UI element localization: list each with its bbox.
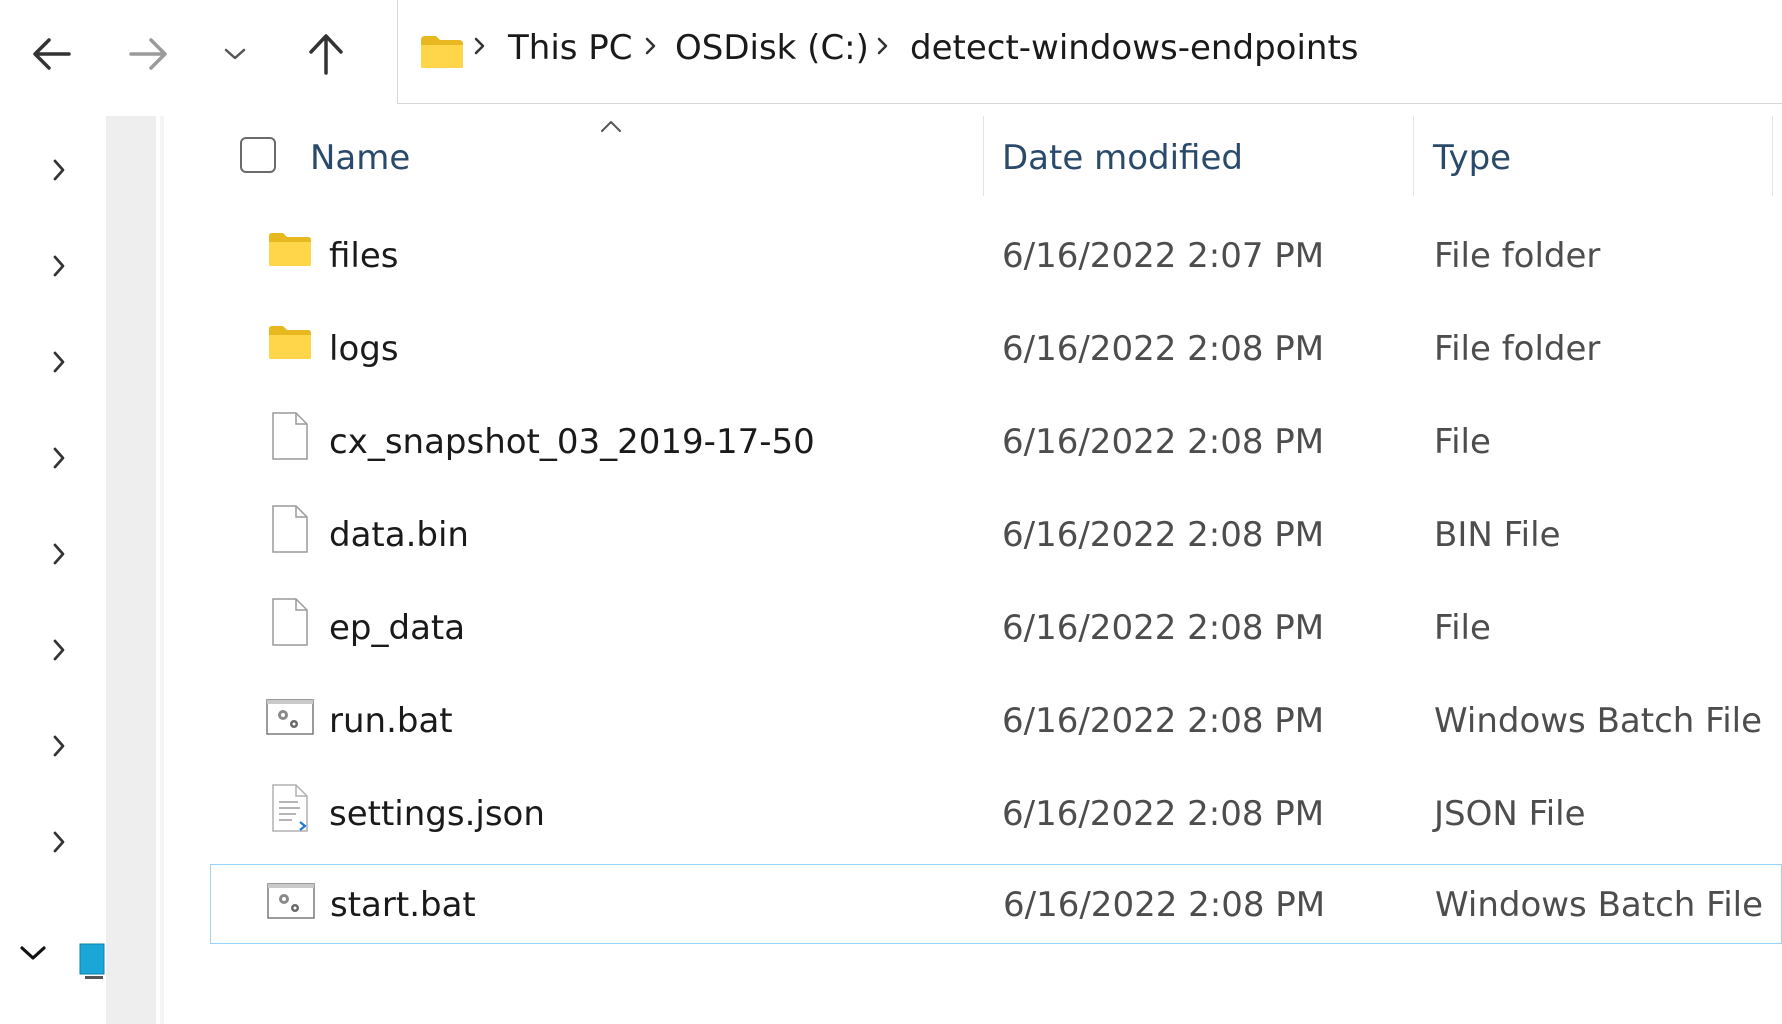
nav-expand-chevron-icon[interactable] — [44, 251, 74, 281]
column-header-type[interactable]: Type — [1433, 138, 1511, 178]
navigation-toolbar: This PC OSDisk (C:) detect-windows-endpo… — [0, 0, 1782, 105]
file-date-modified: 6/16/2022 2:08 PM — [1002, 329, 1325, 369]
recent-locations-button[interactable] — [203, 22, 267, 86]
file-icon — [272, 412, 308, 464]
file-name: run.bat — [329, 701, 453, 741]
file-date-modified: 6/16/2022 2:08 PM — [1002, 794, 1325, 834]
file-type: Windows Batch File — [1435, 885, 1764, 925]
folder-icon — [268, 230, 312, 272]
nav-collapse-chevron-icon[interactable] — [18, 944, 48, 966]
breadcrumb-current-folder[interactable]: detect-windows-endpoints — [910, 28, 1359, 68]
file-row-ep-data[interactable]: ep_data 6/16/2022 2:08 PM File — [210, 584, 1782, 674]
batch-file-icon — [266, 699, 314, 739]
this-pc-icon[interactable] — [79, 943, 105, 981]
file-date-modified: 6/16/2022 2:08 PM — [1003, 885, 1326, 925]
nav-expand-chevron-icon[interactable] — [44, 347, 74, 377]
column-divider[interactable] — [983, 116, 984, 196]
file-icon — [272, 505, 308, 557]
nav-expand-chevron-icon[interactable] — [44, 155, 74, 185]
file-name: data.bin — [329, 515, 469, 555]
file-row-start-bat[interactable]: start.bat 6/16/2022 2:08 PM Windows Batc… — [210, 864, 1782, 944]
breadcrumb-separator-icon[interactable] — [876, 36, 890, 60]
file-type: BIN File — [1434, 515, 1561, 555]
file-name: ep_data — [329, 608, 466, 648]
column-divider[interactable] — [1413, 116, 1414, 196]
column-divider[interactable] — [1772, 116, 1773, 196]
file-type: File folder — [1434, 236, 1601, 276]
breadcrumb-separator-icon[interactable] — [473, 36, 487, 60]
file-type: File — [1434, 608, 1491, 648]
up-button[interactable] — [294, 22, 358, 86]
file-name: settings.json — [329, 794, 545, 834]
column-header-name[interactable]: Name — [310, 138, 410, 178]
column-header-date-modified[interactable]: Date modified — [1002, 138, 1243, 178]
file-type: Windows Batch File — [1434, 701, 1763, 741]
batch-file-icon — [267, 883, 315, 923]
file-date-modified: 6/16/2022 2:08 PM — [1002, 515, 1325, 555]
file-date-modified: 6/16/2022 2:07 PM — [1002, 236, 1325, 276]
file-row-cx-snapshot[interactable]: cx_snapshot_03_2019-17-50 6/16/2022 2:08… — [210, 398, 1782, 488]
breadcrumb-separator-icon[interactable] — [644, 36, 658, 60]
breadcrumb-osdisk[interactable]: OSDisk (C:) — [675, 28, 869, 68]
forward-button[interactable] — [116, 22, 180, 86]
file-type: File folder — [1434, 329, 1601, 369]
file-row-settings-json[interactable]: settings.json 6/16/2022 2:08 PM JSON Fil… — [210, 770, 1782, 860]
file-row-logs[interactable]: logs 6/16/2022 2:08 PM File folder — [210, 305, 1782, 395]
file-type: File — [1434, 422, 1491, 462]
file-row-data-bin[interactable]: data.bin 6/16/2022 2:08 PM BIN File — [210, 491, 1782, 581]
select-all-checkbox[interactable] — [240, 137, 276, 173]
file-date-modified: 6/16/2022 2:08 PM — [1002, 608, 1325, 648]
file-row-files[interactable]: files 6/16/2022 2:07 PM File folder — [210, 212, 1782, 302]
address-bar[interactable]: This PC OSDisk (C:) detect-windows-endpo… — [397, 0, 1782, 104]
breadcrumb-this-pc[interactable]: This PC — [508, 28, 633, 68]
folder-icon — [419, 34, 465, 74]
nav-expand-chevron-icon[interactable] — [44, 443, 74, 473]
file-type: JSON File — [1434, 794, 1586, 834]
back-button[interactable] — [20, 22, 84, 86]
file-name: logs — [329, 329, 399, 369]
nav-expand-chevron-icon[interactable] — [44, 731, 74, 761]
arrow-up-icon — [309, 34, 343, 75]
navigation-pane-scrollbar[interactable] — [106, 116, 156, 1024]
file-name: start.bat — [330, 885, 476, 925]
file-icon — [272, 598, 308, 650]
file-date-modified: 6/16/2022 2:08 PM — [1002, 422, 1325, 462]
file-name: files — [329, 236, 399, 276]
file-name: cx_snapshot_03_2019-17-50 — [329, 422, 815, 462]
pane-divider[interactable] — [160, 116, 164, 1024]
nav-expand-chevron-icon[interactable] — [44, 539, 74, 569]
json-file-icon — [272, 784, 310, 838]
chevron-down-icon — [224, 48, 246, 60]
arrow-left-icon — [33, 38, 71, 70]
nav-expand-chevron-icon[interactable] — [44, 827, 74, 857]
arrow-right-icon — [129, 38, 167, 70]
sort-ascending-icon — [599, 118, 623, 137]
file-row-run-bat[interactable]: run.bat 6/16/2022 2:08 PM Windows Batch … — [210, 677, 1782, 767]
folder-icon — [268, 323, 312, 365]
nav-expand-chevron-icon[interactable] — [44, 635, 74, 665]
file-date-modified: 6/16/2022 2:08 PM — [1002, 701, 1325, 741]
